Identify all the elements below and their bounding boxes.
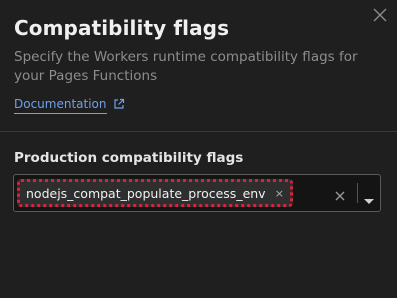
selected-flag-tag[interactable]: nodejs_compat_populate_process_env × (17, 179, 293, 207)
production-flags-select[interactable]: nodejs_compat_populate_process_env × (13, 174, 381, 212)
documentation-link[interactable]: Documentation (14, 97, 125, 114)
external-link-icon (113, 98, 125, 113)
dialog-title: Compatibility flags (14, 16, 230, 40)
documentation-link-label[interactable]: Documentation (14, 97, 107, 114)
chevron-down-icon[interactable] (363, 190, 375, 209)
close-icon[interactable] (373, 8, 387, 22)
dialog-description: Specify the Workers runtime compatibilit… (14, 49, 358, 84)
divider (0, 131, 397, 132)
production-flags-label: Production compatibility flags (14, 150, 244, 166)
compatibility-flags-panel: Compatibility flags Specify the Workers … (0, 0, 397, 298)
select-separator (357, 183, 358, 203)
clear-icon[interactable] (335, 186, 345, 205)
remove-flag-icon[interactable]: × (275, 187, 284, 200)
selected-flag-label: nodejs_compat_populate_process_env (26, 185, 266, 201)
